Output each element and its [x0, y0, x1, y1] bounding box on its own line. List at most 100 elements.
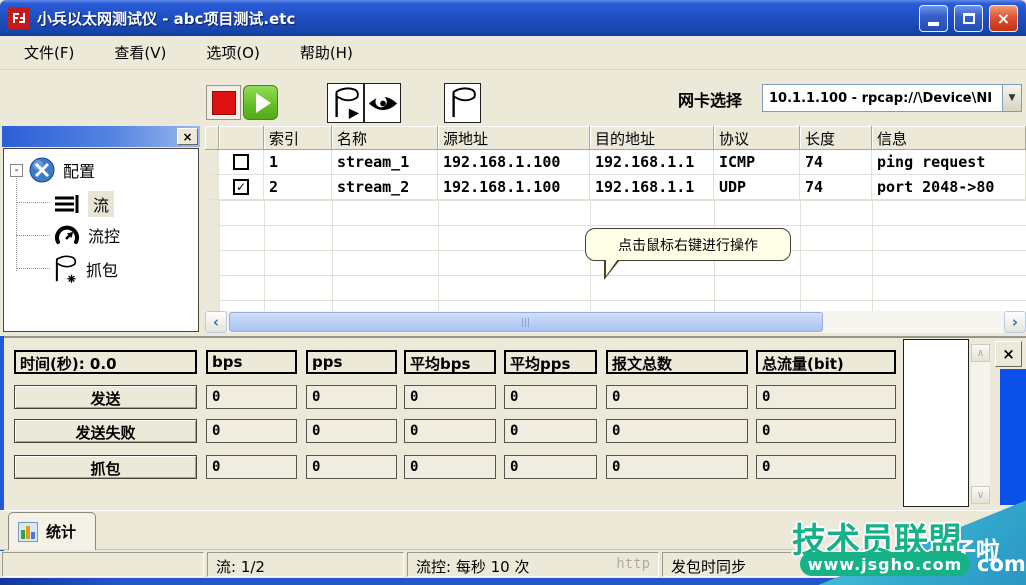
table-row[interactable]: 1 stream_1 192.168.1.100 192.168.1.1 ICM… — [205, 150, 1026, 175]
title-bar: 小兵以太网测试仪 - abc项目测试.etc × — [0, 0, 1026, 36]
tree-node-config[interactable]: - 配置 — [10, 157, 95, 183]
menu-options[interactable]: 选项(O) — [202, 40, 264, 65]
app-window: 小兵以太网测试仪 - abc项目测试.etc × 文件(F) 查看(V) 选项(… — [0, 0, 1026, 585]
stat-value: 0 — [504, 385, 597, 409]
tree-node-flowctrl[interactable]: 流控 — [54, 223, 120, 247]
stats-panel: 时间(秒): 0.0 bps pps 平均bps 平均pps 报文总数 总流量(… — [0, 336, 1026, 510]
stat-value: 0 — [606, 455, 748, 479]
header-name[interactable]: 名称 — [332, 126, 438, 150]
scroll-up-button[interactable]: ∧ — [971, 344, 990, 362]
stat-value: 0 — [306, 385, 397, 409]
chevron-down-icon[interactable]: ▼ — [1002, 85, 1021, 111]
cell-src: 192.168.1.100 — [438, 150, 590, 175]
status-faint-text: http — [616, 556, 650, 576]
cell-index: 1 — [264, 150, 332, 175]
status-cell-empty — [2, 552, 204, 577]
menu-help[interactable]: 帮助(H) — [296, 40, 357, 65]
bar-chart-icon — [18, 522, 38, 542]
send-fail-stats-button[interactable]: 发送失败 — [14, 419, 197, 443]
scroll-down-button[interactable]: ∨ — [971, 486, 990, 504]
tree-collapse-icon[interactable]: - — [10, 164, 23, 177]
cell-len: 74 — [800, 150, 872, 175]
stream-checkbox[interactable] — [233, 154, 249, 170]
status-bar: 流: 1/2 流控: 每秒 10 次http 发包时同步 — [0, 551, 1026, 578]
capture-stats-button[interactable]: 抓包 — [14, 455, 197, 479]
menu-view[interactable]: 查看(V) — [110, 40, 170, 65]
stat-value: 0 — [206, 455, 297, 479]
close-icon: × — [997, 9, 1010, 28]
cell-dst: 192.168.1.1 — [590, 175, 714, 200]
minimize-button[interactable] — [919, 5, 948, 32]
maximize-button[interactable] — [954, 5, 983, 32]
header-checkbox[interactable] — [219, 126, 264, 150]
capture-button[interactable] — [444, 83, 481, 123]
header-src[interactable]: 源地址 — [438, 126, 590, 150]
config-panel: × - 配置 流 — [2, 126, 200, 332]
stat-value: 0 — [306, 455, 397, 479]
window-title: 小兵以太网测试仪 - abc项目测试.etc — [37, 8, 913, 29]
status-sync-text: 发包时同步 — [671, 556, 746, 576]
stats-close-button[interactable]: × — [995, 341, 1022, 367]
bottom-tabbar: 统计 — [0, 510, 1026, 550]
stat-value: 0 — [756, 385, 896, 409]
menu-bar: 文件(F) 查看(V) 选项(O) 帮助(H) — [0, 36, 1026, 70]
horizontal-scrollbar[interactable]: ‹ › — [205, 311, 1026, 333]
stat-value: 0 — [606, 385, 748, 409]
stats-listbox[interactable] — [903, 339, 969, 507]
stat-value: 0 — [404, 385, 496, 409]
header-dst[interactable]: 目的地址 — [590, 126, 714, 150]
menu-file[interactable]: 文件(F) — [20, 40, 78, 65]
row-gutter — [205, 175, 219, 200]
tree-node-stream[interactable]: 流 — [54, 191, 114, 217]
nic-select-dropdown[interactable]: 10.1.1.100 - rpcap://\Device\NI ▼ — [762, 84, 1022, 112]
cell-len: 74 — [800, 175, 872, 200]
nic-select-label: 网卡选择 — [678, 87, 742, 111]
tree-label-config: 配置 — [63, 158, 95, 182]
send-capture-button[interactable] — [327, 83, 364, 123]
stop-icon — [212, 91, 236, 115]
config-panel-titlebar: × — [2, 126, 200, 147]
minimize-icon — [928, 22, 939, 26]
cell-name: stream_2 — [332, 175, 438, 200]
header-gutter — [205, 126, 219, 150]
hint-balloon-tail — [606, 259, 618, 276]
scroll-right-button[interactable]: › — [1004, 311, 1026, 333]
scroll-left-button[interactable]: ‹ — [205, 311, 227, 333]
header-proto[interactable]: 协议 — [714, 126, 800, 150]
status-stream-text: 流: 1/2 — [216, 556, 265, 576]
config-globe-icon — [29, 157, 55, 183]
view-button[interactable] — [364, 83, 401, 123]
close-button[interactable]: × — [989, 5, 1018, 32]
window-frame-right — [1000, 369, 1026, 505]
status-cell-flowctrl: 流控: 每秒 10 次http — [407, 552, 659, 577]
stream-checkbox[interactable]: ✓ — [233, 179, 249, 195]
scrollbar-thumb[interactable] — [229, 312, 823, 332]
stat-value: 0 — [306, 419, 397, 443]
stat-value: 0 — [756, 419, 896, 443]
send-stats-button[interactable]: 发送 — [14, 385, 197, 409]
header-len[interactable]: 长度 — [800, 126, 872, 150]
vertical-scrollbar[interactable]: ∧ ∨ — [971, 344, 990, 504]
header-index[interactable]: 索引 — [264, 126, 332, 150]
hint-balloon: 点击鼠标右键进行操作 — [585, 228, 791, 261]
tree-label-flowctrl: 流控 — [88, 223, 120, 247]
config-tree: - 配置 流 — [3, 148, 199, 332]
stats-header-avgpps: 平均pps — [504, 350, 597, 374]
stat-value: 0 — [606, 419, 748, 443]
stats-header-total-bits: 总流量(bit) — [756, 350, 896, 374]
stat-value: 0 — [206, 419, 297, 443]
tree-node-capture[interactable]: 抓包 — [52, 254, 118, 284]
panel-close-button[interactable]: × — [177, 128, 198, 145]
tab-statistics[interactable]: 统计 — [8, 512, 96, 550]
start-button[interactable] — [243, 85, 278, 120]
table-row[interactable]: ✓ 2 stream_2 192.168.1.100 192.168.1.1 U… — [205, 175, 1026, 200]
cell-info: port 2048->80 — [872, 175, 1026, 200]
cell-proto: UDP — [714, 175, 800, 200]
stream-table: 索引 名称 源地址 目的地址 协议 长度 信息 1 stream_1 192.1… — [205, 126, 1026, 311]
stop-button[interactable] — [206, 85, 241, 120]
stat-value: 0 — [504, 455, 597, 479]
status-cell-stream: 流: 1/2 — [207, 552, 404, 577]
window-frame-bottom — [0, 578, 1026, 585]
tree-label-stream: 流 — [88, 191, 114, 217]
header-info[interactable]: 信息 — [872, 126, 1026, 150]
